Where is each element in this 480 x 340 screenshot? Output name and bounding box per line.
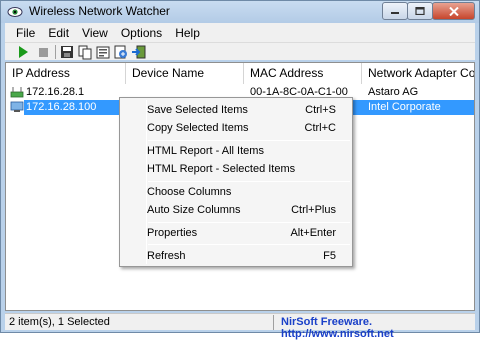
column-header-device-name[interactable]: Device Name: [126, 63, 244, 84]
column-header-network-adapter-company[interactable]: Network Adapter Comp...: [362, 63, 474, 84]
router-icon: [10, 87, 24, 98]
stop-button[interactable]: [35, 44, 51, 60]
column-header-mac-address[interactable]: MAC Address: [244, 63, 362, 84]
cell-adapter-company: Astaro AG: [368, 86, 419, 98]
computer-icon: [10, 101, 24, 112]
copy-icon: [78, 45, 92, 60]
menu-item-properties[interactable]: Properties Alt+Enter: [122, 224, 350, 242]
menu-file[interactable]: File: [11, 26, 40, 40]
menu-item-shortcut: Alt+Enter: [290, 227, 336, 239]
status-bar: 2 item(s), 1 Selected NirSoft Freeware. …: [5, 313, 475, 340]
list-header: IP Address Device Name MAC Address Netwo…: [6, 63, 474, 84]
save-icon: [61, 46, 73, 58]
menu-separator: [148, 181, 350, 182]
menu-help[interactable]: Help: [170, 26, 205, 40]
menu-item-refresh[interactable]: Refresh F5: [122, 247, 350, 265]
menu-item-label: HTML Report - All Items: [147, 145, 264, 157]
eye-icon: [7, 7, 23, 17]
html-report-icon: [114, 45, 127, 59]
menu-separator: [148, 140, 350, 141]
cell-ip-address: 172.16.28.100: [26, 101, 97, 113]
toolbar-separator: [55, 45, 56, 59]
menu-item-label: Properties: [147, 227, 198, 239]
menu-item-shortcut: Ctrl+S: [305, 104, 336, 116]
cell-adapter-company: Intel Corporate: [368, 101, 441, 113]
menu-item-shortcut: Ctrl+Plus: [291, 204, 336, 216]
menu-item-html-report-all[interactable]: HTML Report - All Items: [122, 142, 350, 160]
play-icon: [19, 46, 28, 58]
menu-item-choose-columns[interactable]: Choose Columns: [122, 183, 350, 201]
copy-button[interactable]: [77, 44, 93, 60]
nirsoft-link[interactable]: NirSoft Freeware. http://www.nirsoft.net: [281, 316, 475, 340]
toolbar: [5, 42, 475, 60]
title-bar[interactable]: Wireless Network Watcher: [1, 1, 479, 23]
minimize-icon: [391, 12, 399, 14]
menu-item-label: Auto Size Columns: [147, 204, 241, 216]
start-button[interactable]: [15, 44, 31, 60]
menu-bar: File Edit View Options Help: [5, 23, 475, 42]
menu-item-label: Save Selected Items: [147, 104, 248, 116]
close-icon: [448, 6, 459, 16]
html-report-button[interactable]: [113, 44, 129, 60]
menu-options[interactable]: Options: [116, 26, 167, 40]
menu-item-shortcut: Ctrl+C: [304, 122, 336, 134]
context-menu: Save Selected Items Ctrl+S Copy Selected…: [119, 97, 353, 267]
properties-icon: [96, 46, 110, 59]
menu-item-html-report-selected[interactable]: HTML Report - Selected Items: [122, 160, 350, 178]
menu-item-auto-size-columns[interactable]: Auto Size Columns Ctrl+Plus: [122, 201, 350, 219]
window-title: Wireless Network Watcher: [29, 4, 170, 18]
menu-view[interactable]: View: [77, 26, 113, 40]
menu-item-label: HTML Report - Selected Items: [147, 163, 296, 175]
menu-item-copy-selected-items[interactable]: Copy Selected Items Ctrl+C: [122, 119, 350, 137]
maximize-icon: [415, 7, 425, 15]
status-divider: [273, 315, 274, 330]
column-header-ip-address[interactable]: IP Address: [6, 63, 126, 84]
exit-icon: [132, 45, 146, 59]
menu-item-shortcut: F5: [323, 250, 336, 262]
status-item-count: 2 item(s), 1 Selected: [9, 316, 110, 328]
menu-item-save-selected-items[interactable]: Save Selected Items Ctrl+S: [122, 101, 350, 119]
menu-item-label: Choose Columns: [147, 186, 232, 198]
exit-button[interactable]: [131, 44, 147, 60]
maximize-button[interactable]: [407, 2, 433, 20]
menu-separator: [148, 222, 350, 223]
menu-separator: [148, 244, 350, 245]
save-button[interactable]: [59, 44, 75, 60]
stop-icon: [39, 48, 48, 57]
properties-button[interactable]: [95, 44, 111, 60]
minimize-button[interactable]: [382, 2, 408, 20]
app-window: Wireless Network Watcher File Edit View …: [0, 0, 480, 340]
menu-item-label: Refresh: [147, 250, 186, 262]
close-button[interactable]: [432, 2, 475, 20]
menu-item-label: Copy Selected Items: [147, 122, 249, 134]
cell-ip-address: 172.16.28.1: [26, 86, 85, 98]
menu-edit[interactable]: Edit: [43, 26, 74, 40]
